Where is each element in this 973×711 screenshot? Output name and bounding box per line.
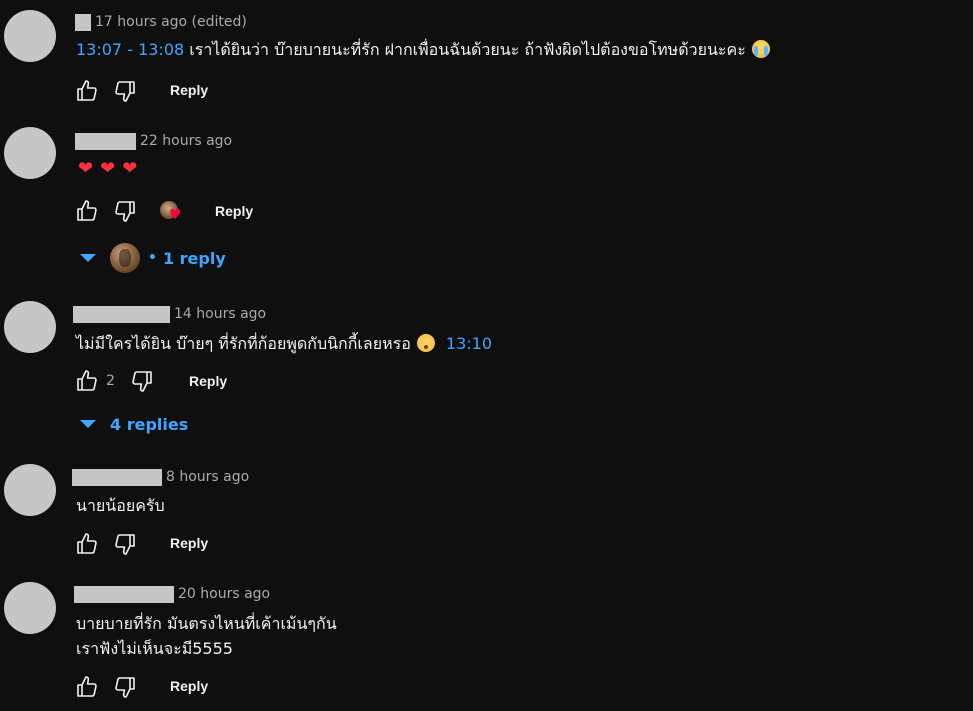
video-timestamp-link[interactable]: 13:10 bbox=[446, 334, 492, 353]
like-button[interactable] bbox=[74, 78, 100, 104]
replies-count-label: 1 reply bbox=[162, 248, 226, 268]
comment-timestamp[interactable]: 20 hours ago bbox=[178, 586, 270, 602]
dislike-button[interactable] bbox=[129, 368, 155, 394]
replies-count-label: 4 replies bbox=[110, 414, 189, 434]
comment-body: ไม่มีใครได้ยิน บ๊ายๆ ที่รักที่ก้อยพูดกับ… bbox=[76, 334, 411, 353]
thumbs-up-icon bbox=[77, 676, 97, 697]
avatar[interactable] bbox=[4, 464, 56, 516]
video-timestamp-link[interactable]: 13:07 bbox=[76, 40, 122, 59]
chevron-down-icon bbox=[80, 254, 96, 262]
redacted-username[interactable] bbox=[75, 132, 136, 150]
thumbs-down-icon bbox=[132, 371, 152, 392]
red-heart-icon: ❤ bbox=[122, 158, 138, 179]
reply-button[interactable]: Reply bbox=[189, 373, 227, 389]
comment-text-line-1: บายบายที่รัก มันตรงไหนที่เค้าเม้นๆกัน bbox=[76, 614, 337, 633]
avatar[interactable] bbox=[4, 127, 56, 179]
comment-timestamp[interactable]: 22 hours ago bbox=[140, 133, 232, 149]
comment-text-line-2: เราฟังไม่เห็นจะมี5555 bbox=[76, 639, 233, 658]
separator-dot: • bbox=[148, 250, 157, 266]
dislike-button[interactable] bbox=[112, 531, 138, 557]
comment-text: ❤ ❤ ❤ bbox=[78, 157, 144, 181]
comment-body: เราได้ยินว่า บ๊ายบายนะที่รัก ฝากเพื่อนฉั… bbox=[184, 40, 746, 59]
view-replies-button[interactable]: 4 replies bbox=[80, 408, 188, 440]
comment-timestamp[interactable]: 17 hours ago (edited) bbox=[95, 14, 247, 30]
video-timestamp-link[interactable]: 13:08 bbox=[138, 40, 184, 59]
like-button[interactable] bbox=[74, 531, 100, 557]
dislike-button[interactable] bbox=[112, 674, 138, 700]
loudly-crying-face-icon bbox=[751, 40, 770, 58]
flushed-face-icon bbox=[416, 334, 435, 352]
replier-avatar bbox=[110, 243, 140, 273]
thumbs-down-icon bbox=[115, 534, 135, 555]
reply-button[interactable]: Reply bbox=[170, 82, 208, 98]
redacted-username[interactable] bbox=[72, 468, 162, 486]
red-heart-icon: ❤ bbox=[78, 158, 94, 179]
comment-timestamp[interactable]: 8 hours ago bbox=[166, 469, 249, 485]
reply-button[interactable]: Reply bbox=[215, 203, 253, 219]
comment-text: 13:07 - 13:08 เราได้ยินว่า บ๊ายบายนะที่ร… bbox=[76, 38, 770, 62]
like-button[interactable] bbox=[74, 368, 100, 394]
avatar[interactable] bbox=[4, 301, 56, 353]
thumbs-down-icon bbox=[115, 677, 135, 698]
like-button[interactable] bbox=[74, 674, 100, 700]
redacted-username[interactable] bbox=[74, 585, 174, 603]
thumbs-up-icon bbox=[77, 200, 97, 221]
heart-icon: ♥ bbox=[169, 207, 182, 223]
thumbs-down-icon bbox=[115, 81, 135, 102]
like-button[interactable] bbox=[74, 198, 100, 224]
comment-timestamp[interactable]: 14 hours ago bbox=[174, 306, 266, 322]
redacted-username[interactable] bbox=[73, 305, 170, 323]
thumbs-up-icon bbox=[77, 533, 97, 554]
creator-heart-icon: ♥ bbox=[160, 201, 184, 225]
chevron-down-icon bbox=[80, 420, 96, 428]
like-count: 2 bbox=[106, 373, 115, 389]
thumbs-up-icon bbox=[77, 370, 97, 391]
reply-button[interactable]: Reply bbox=[170, 535, 208, 551]
dislike-button[interactable] bbox=[112, 198, 138, 224]
dislike-button[interactable] bbox=[112, 78, 138, 104]
redacted-username[interactable] bbox=[75, 13, 91, 31]
view-replies-button[interactable]: • 1 reply bbox=[80, 242, 226, 274]
avatar[interactable] bbox=[4, 10, 56, 62]
thumbs-up-icon bbox=[77, 80, 97, 101]
red-heart-icon: ❤ bbox=[100, 158, 116, 179]
comment-text: ไม่มีใครได้ยิน บ๊ายๆ ที่รักที่ก้อยพูดกับ… bbox=[76, 332, 492, 356]
comment-text: นายน้อยครับ bbox=[76, 496, 165, 515]
avatar[interactable] bbox=[4, 582, 56, 634]
reply-button[interactable]: Reply bbox=[170, 678, 208, 694]
thumbs-down-icon bbox=[115, 201, 135, 222]
timestamp-separator: - bbox=[122, 40, 139, 59]
